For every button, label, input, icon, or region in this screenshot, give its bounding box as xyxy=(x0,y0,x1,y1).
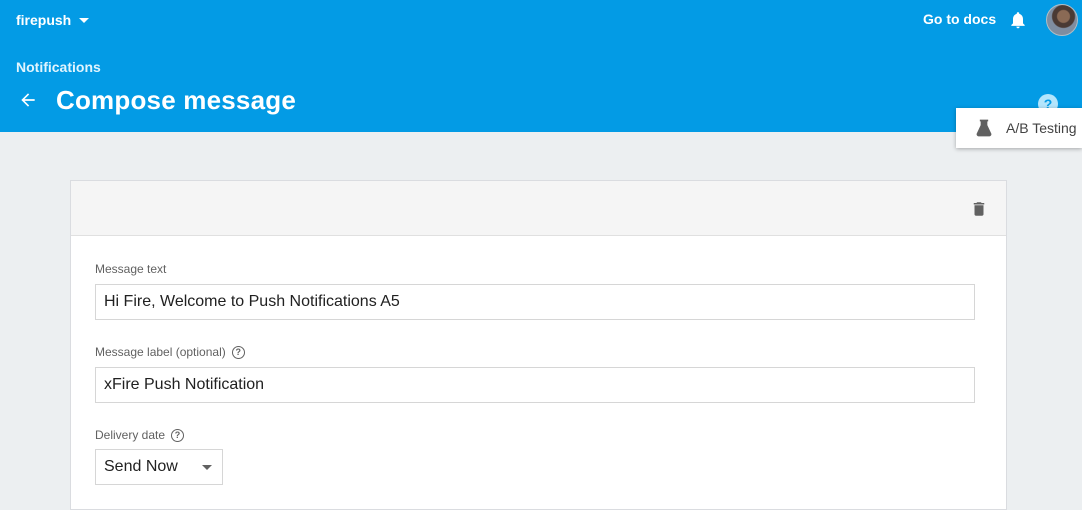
ab-testing-button[interactable]: A/B Testing xyxy=(956,108,1082,148)
message-text-label: Message text xyxy=(95,262,166,276)
chevron-down-icon xyxy=(202,464,212,470)
project-name: firepush xyxy=(16,12,72,28)
message-label-label-text: Message label (optional) xyxy=(95,345,226,359)
go-to-docs-link[interactable]: Go to docs xyxy=(923,11,996,27)
message-label-field[interactable] xyxy=(95,367,975,403)
top-bar: firepush Go to docs Notifications Compos… xyxy=(0,0,1082,132)
help-icon[interactable]: ? xyxy=(231,345,245,359)
delivery-date-value: Send Now xyxy=(104,458,178,475)
avatar[interactable] xyxy=(1046,4,1078,36)
back-arrow-icon[interactable] xyxy=(18,90,38,110)
message-card: Message text Message label (optional) ? … xyxy=(70,180,1007,510)
card-header xyxy=(71,181,1006,236)
trash-icon[interactable] xyxy=(970,199,988,219)
message-text-field[interactable] xyxy=(95,284,975,320)
delivery-date-label: Delivery date ? xyxy=(95,428,185,442)
page-title: Compose message xyxy=(56,85,296,115)
help-icon[interactable]: ? xyxy=(171,428,185,442)
project-selector[interactable]: firepush xyxy=(16,11,90,29)
message-label-label: Message label (optional) ? xyxy=(95,345,245,359)
bell-icon[interactable] xyxy=(1008,9,1028,31)
ab-testing-label: A/B Testing xyxy=(1006,120,1077,136)
delivery-date-select[interactable]: Send Now xyxy=(95,449,223,485)
message-text-label-text: Message text xyxy=(95,262,167,276)
chevron-down-icon xyxy=(79,18,90,23)
flask-icon xyxy=(976,119,992,137)
delivery-date-label-text: Delivery date xyxy=(95,428,166,442)
breadcrumb[interactable]: Notifications xyxy=(16,59,101,75)
